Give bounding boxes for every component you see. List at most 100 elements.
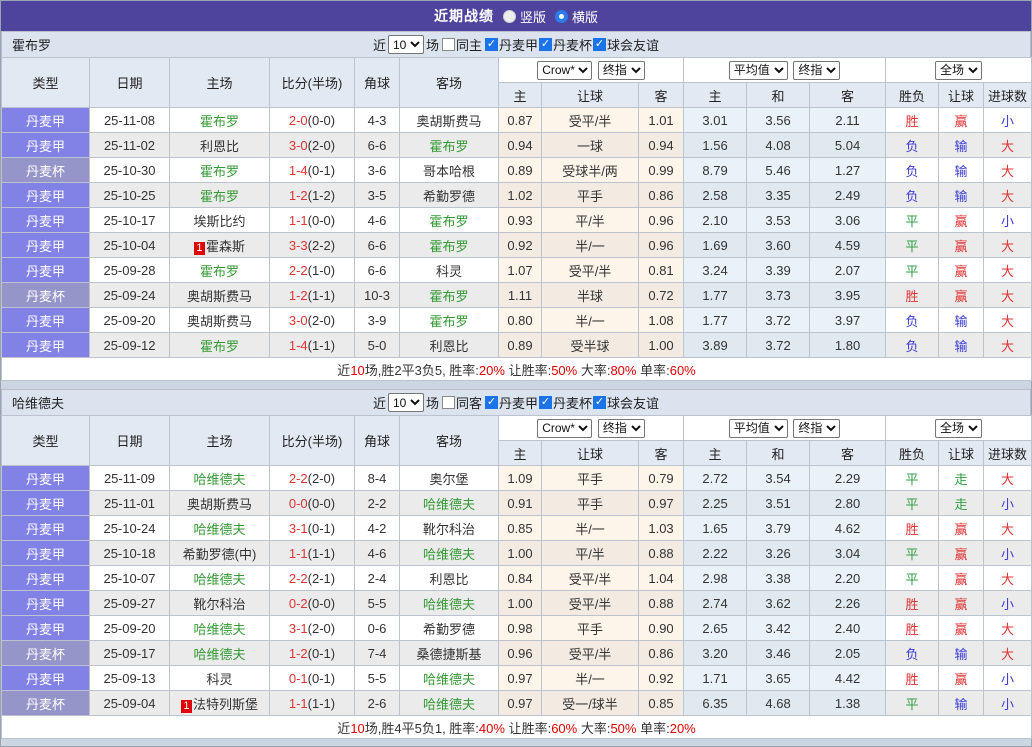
checkbox-icon[interactable] [441, 38, 455, 51]
score-cell: 0-0(0-0) [269, 490, 355, 516]
odds-away-cell: 1.00 [637, 332, 685, 358]
checkbox-icon[interactable]: ✓ [485, 38, 498, 51]
avg-home-cell: 2.72 [683, 465, 748, 491]
table-row: 丹麦甲 25-11-09 哈维德夫 2-2(2-0) 8-4 奥尔堡 1.09 … [1, 465, 1032, 491]
radio-icon-vertical[interactable] [502, 9, 516, 23]
away-team-cell: 利恩比 [399, 565, 499, 591]
goals-cell: 小 [983, 665, 1032, 691]
result-cell: 胜 [885, 282, 940, 308]
home-team-cell: 利恩比 [169, 132, 270, 158]
league-filter[interactable]: ✓ 球会友谊 [592, 35, 659, 54]
score-cell: 1-1(0-0) [269, 207, 355, 233]
corner-cell: 8-4 [354, 465, 400, 491]
title-bar: 近期战绩 竖版 横版 [1, 1, 1031, 31]
corner-cell: 6-6 [354, 232, 400, 258]
table-row: 丹麦甲 25-09-20 哈维德夫 3-1(2-0) 0-6 希勤罗德 0.98… [1, 615, 1032, 641]
scope-select[interactable]: 全场 [935, 60, 983, 80]
odds-away-cell: 0.92 [637, 665, 685, 691]
avg-draw-cell: 3.60 [746, 232, 811, 258]
league-filters: ✓ 丹麦甲 ✓ 丹麦杯 ✓ 球会友谊 [484, 35, 659, 54]
layout-option-vertical[interactable]: 竖版 [502, 7, 546, 26]
odds-home-cell: 1.07 [498, 257, 542, 283]
odds-away-cell: 0.86 [637, 182, 685, 208]
odds-provider-select[interactable]: Crow* [537, 418, 593, 438]
checkbox-icon[interactable]: ✓ [539, 396, 553, 409]
away-team-cell: 希勤罗德 [399, 182, 499, 208]
corner-cell: 4-6 [354, 207, 400, 233]
league-cell: 丹麦甲 [1, 332, 90, 358]
score-cell: 1-4(1-1) [269, 332, 355, 358]
odds-home-cell: 0.97 [498, 665, 542, 691]
date-cell: 25-10-25 [89, 182, 170, 208]
col-header-home: 主场 [169, 415, 270, 466]
match-count-select[interactable]: 10 [387, 393, 424, 412]
result-cell: 平 [885, 565, 940, 591]
league-cell: 丹麦甲 [1, 257, 90, 283]
league-filter[interactable]: ✓ 丹麦杯 [538, 35, 592, 54]
subcol-handicap: 让球 [541, 440, 639, 466]
avg-odds-select[interactable]: 平均值 [728, 418, 788, 438]
score-cell: 3-1(2-0) [269, 615, 355, 641]
avg-odds-select[interactable]: 平均值 [728, 60, 788, 80]
date-cell: 25-09-24 [89, 282, 170, 308]
score-cell: 1-2(0-1) [269, 640, 355, 666]
avg-draw-cell: 3.72 [746, 307, 811, 333]
match-count-select[interactable]: 10 [387, 35, 424, 54]
away-team-cell: 霍布罗 [399, 282, 499, 308]
goals-cell: 小 [983, 490, 1032, 516]
odds-time-select[interactable]: 终指 [597, 418, 645, 438]
odds-away-cell: 0.81 [637, 257, 685, 283]
checkbox-icon[interactable]: ✓ [593, 38, 607, 51]
odds-time-select[interactable]: 终指 [597, 60, 645, 80]
avg-time-select[interactable]: 终指 [793, 418, 841, 438]
result-cell: 负 [885, 640, 940, 666]
avg-draw-cell: 3.73 [746, 282, 811, 308]
league-cell: 丹麦甲 [1, 515, 90, 541]
score-cell: 1-4(0-1) [269, 157, 355, 183]
table-row: 丹麦甲 25-09-20 奥胡斯费马 3-0(2-0) 3-9 霍布罗 0.80… [1, 307, 1032, 333]
avg-draw-cell: 3.72 [746, 332, 811, 358]
subcol-avg-draw: 和 [746, 440, 811, 466]
league-cell: 丹麦杯 [1, 690, 90, 716]
league-filter[interactable]: ✓ 丹麦甲 [484, 393, 538, 412]
league-filter[interactable]: ✓ 丹麦甲 [484, 35, 538, 54]
avg-draw-cell: 3.54 [746, 465, 811, 491]
same-venue-filter[interactable]: 同客 [441, 393, 482, 412]
table-row: 丹麦杯 25-10-30 霍布罗 1-4(0-1) 3-6 哥本哈根 0.89 … [1, 157, 1032, 183]
league-cell: 丹麦甲 [1, 565, 90, 591]
odds-group-header: Crow* 终指 [497, 415, 685, 441]
odds-away-cell: 0.96 [637, 232, 685, 258]
odds-provider-select[interactable]: Crow* [537, 60, 593, 80]
handicap-cell: 受平/半 [541, 565, 639, 591]
scope-select[interactable]: 全场 [935, 418, 983, 438]
checkbox-icon[interactable] [441, 396, 455, 409]
checkbox-icon[interactable]: ✓ [593, 396, 607, 409]
avg-home-cell: 2.74 [683, 590, 748, 616]
league-filter[interactable]: ✓ 球会友谊 [592, 393, 659, 412]
table-row: 丹麦杯 25-09-24 奥胡斯费马 1-2(1-1) 10-3 霍布罗 1.1… [1, 282, 1032, 308]
radio-icon-horizontal[interactable] [555, 9, 568, 23]
avg-draw-cell: 3.62 [746, 590, 811, 616]
odds-away-cell: 0.88 [637, 540, 685, 566]
odds-group-header: Crow* 终指 [497, 57, 685, 83]
goals-cell: 大 [983, 157, 1032, 183]
checkbox-icon[interactable]: ✓ [485, 396, 498, 409]
home-team-cell: 霍布罗 [169, 182, 270, 208]
away-team-cell: 哈维德夫 [399, 665, 499, 691]
avg-time-select[interactable]: 终指 [793, 60, 841, 80]
filter-bar: 哈维德夫 近 10 场 同客 ✓ 丹麦甲 ✓ 丹麦杯 ✓ 球会友谊 [1, 389, 1031, 415]
avg-home-cell: 6.35 [683, 690, 748, 716]
corner-cell: 3-6 [354, 157, 400, 183]
near-label: 近 [372, 396, 386, 411]
table-row: 丹麦甲 25-09-27 靴尔科治 0-2(0-0) 5-5 哈维德夫 1.00… [1, 590, 1032, 616]
date-cell: 25-10-30 [89, 157, 170, 183]
checkbox-icon[interactable]: ✓ [539, 38, 553, 51]
handicap-cell: 半/一 [541, 515, 639, 541]
avg-home-cell: 2.22 [683, 540, 748, 566]
score-cell: 3-3(2-2) [269, 232, 355, 258]
league-filter[interactable]: ✓ 丹麦杯 [538, 393, 592, 412]
away-team-cell: 霍布罗 [399, 232, 499, 258]
date-cell: 25-11-09 [89, 465, 170, 491]
layout-option-horizontal[interactable]: 横版 [555, 7, 598, 26]
same-venue-filter[interactable]: 同主 [441, 35, 482, 54]
